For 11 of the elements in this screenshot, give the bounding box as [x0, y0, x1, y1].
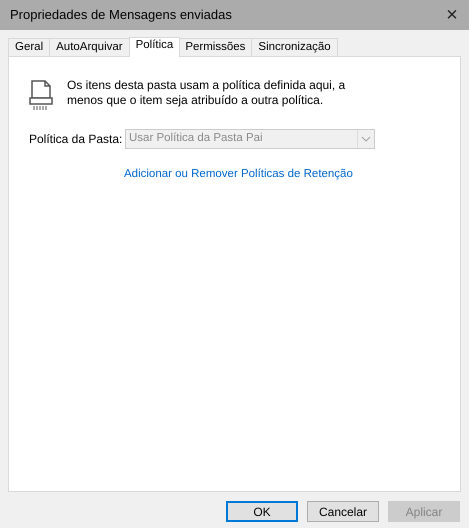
dialog-button[interactable]: Cancelar: [307, 501, 379, 522]
tab[interactable]: Política: [128, 37, 180, 57]
folder-policy-label: Política da Pasta:: [29, 131, 124, 148]
close-button[interactable]: ×: [435, 0, 469, 30]
policy-description: Os itens desta pasta usam a política definida aqui, a menos que o item seja atribuído a outra política.: [67, 78, 346, 108]
shredder-icon: [29, 80, 53, 112]
dialog-button[interactable]: OK: [226, 501, 298, 522]
retention-policies-link[interactable]: Adicionar ou Remover Políticas de Retenção: [124, 168, 353, 180]
window-title: Propriedades de Mensagens enviadas: [10, 6, 232, 24]
tab[interactable]: Geral: [8, 38, 50, 56]
tab[interactable]: Sincronização: [251, 38, 338, 56]
